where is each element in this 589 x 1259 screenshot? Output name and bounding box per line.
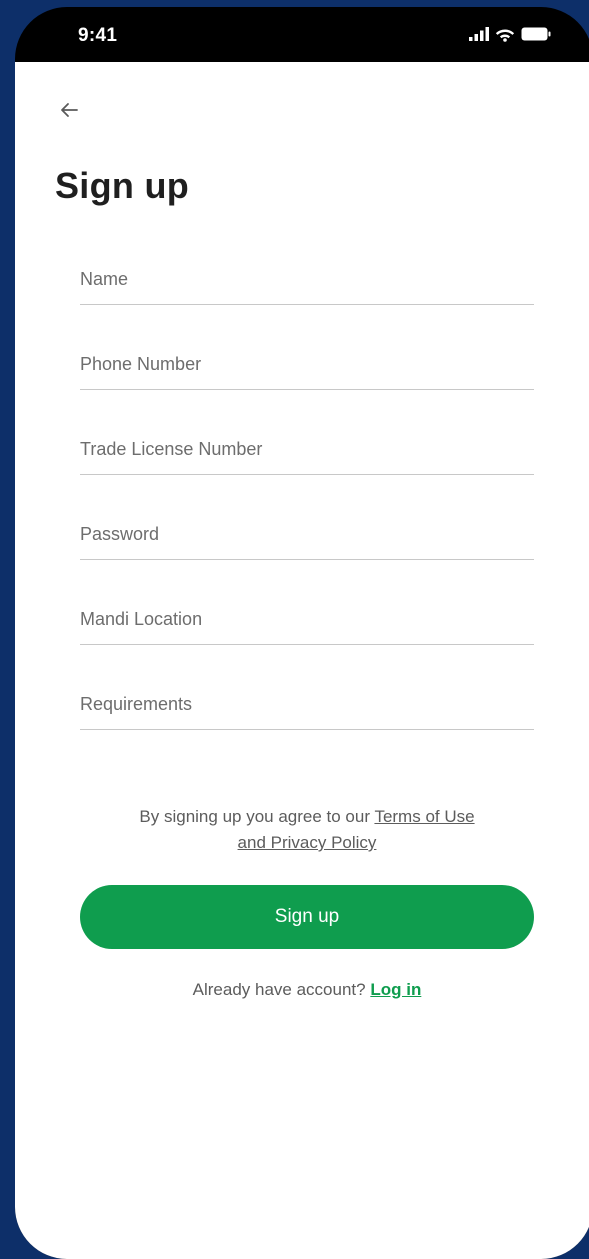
privacy-policy-link[interactable]: and Privacy Policy <box>238 833 377 852</box>
trade-license-field <box>80 424 534 475</box>
wifi-icon <box>495 29 515 42</box>
name-input[interactable] <box>80 254 534 304</box>
mandi-location-input[interactable] <box>80 594 534 644</box>
terms-of-use-link[interactable]: Terms of Use <box>374 807 474 826</box>
cellular-signal-icon <box>469 27 489 41</box>
status-icons <box>469 25 551 43</box>
signup-button[interactable]: Sign up <box>80 885 534 949</box>
terms-notice: By signing up you agree to our Terms of … <box>80 804 534 856</box>
status-time: 9:41 <box>78 25 118 46</box>
password-input[interactable] <box>80 509 534 559</box>
login-link[interactable]: Log in <box>370 980 421 999</box>
requirements-input[interactable] <box>80 679 534 729</box>
terms-prefix: By signing up you agree to our <box>139 807 371 826</box>
signup-screen: Sign up By signing up you agree to our T… <box>15 62 589 1259</box>
phone-number-field <box>80 339 534 390</box>
phone-number-input[interactable] <box>80 339 534 389</box>
arrow-left-icon[interactable] <box>57 98 81 122</box>
requirements-field <box>80 679 534 730</box>
password-field <box>80 509 534 560</box>
trade-license-input[interactable] <box>80 424 534 474</box>
login-prompt-text: Already have account? <box>192 980 366 999</box>
login-prompt-line: Already have account? Log in <box>80 980 534 1000</box>
name-field <box>80 254 534 305</box>
page-title: Sign up <box>55 165 190 206</box>
battery-icon <box>521 27 551 41</box>
mandi-location-field <box>80 594 534 645</box>
phone-frame: 9:41 Sign up Name Phone Number Trade Lic… <box>15 7 589 1259</box>
